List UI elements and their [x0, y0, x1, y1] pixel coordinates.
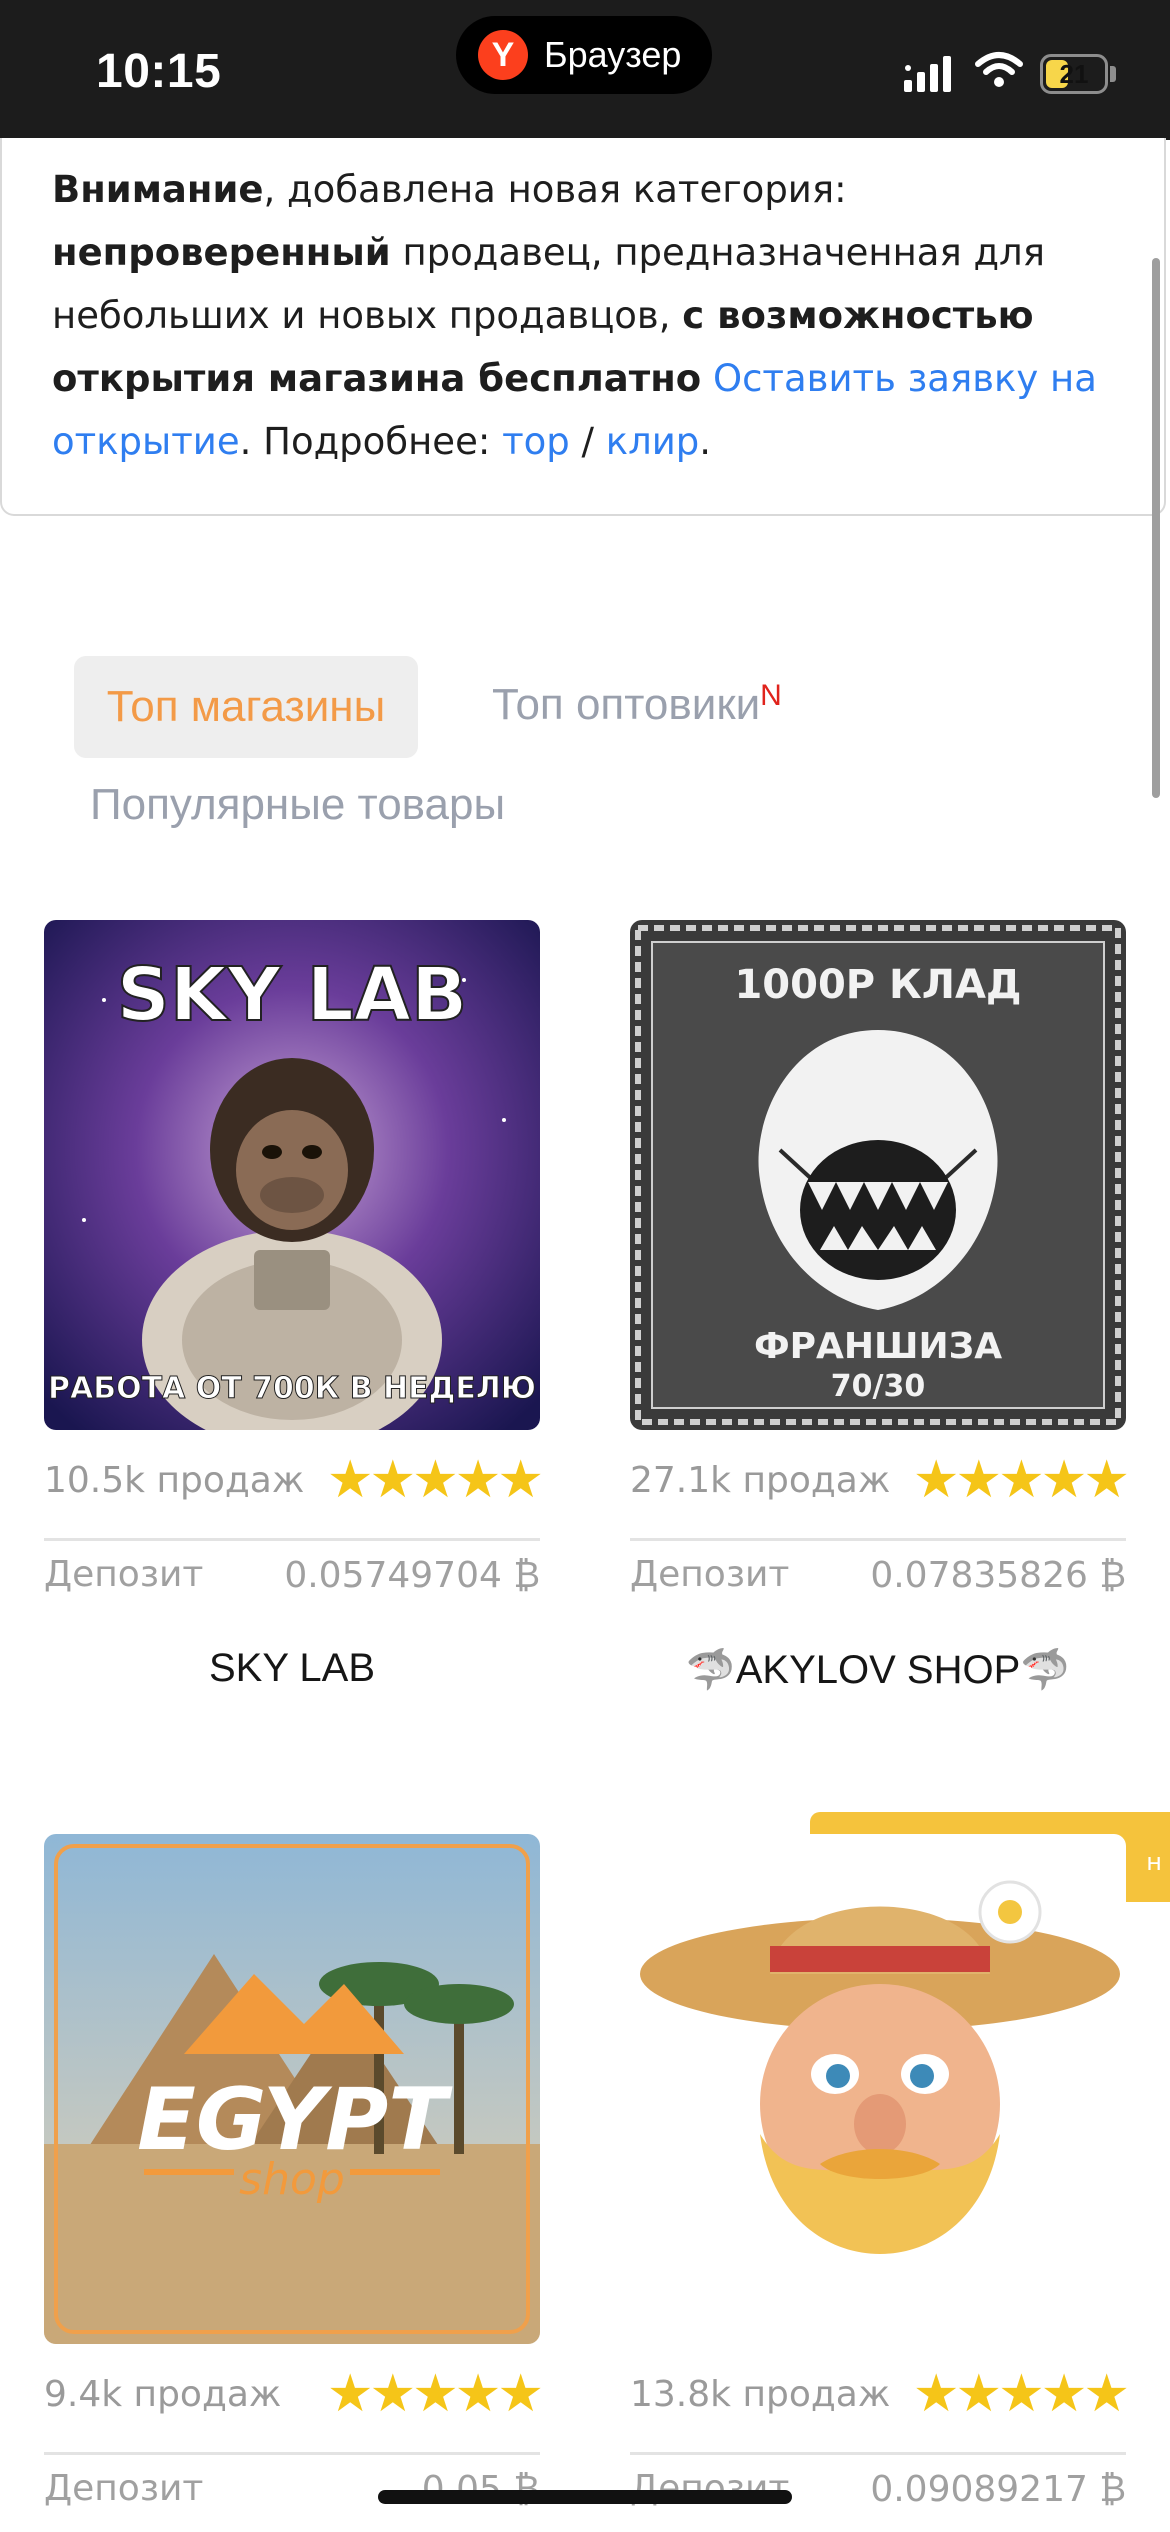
shop-name[interactable]: SKY LAB — [44, 1646, 540, 1691]
scrollbar[interactable] — [1152, 258, 1160, 798]
notice-unverified: непроверенный — [52, 231, 391, 274]
shop-name[interactable]: 🦈AKYLOV SHOP🦈 — [630, 1646, 1126, 1693]
battery-percent: 21 — [1059, 59, 1089, 89]
tab-top-wholesale-label: Топ оптовики — [492, 680, 761, 729]
notice-text-4: . Подробнее: — [239, 420, 503, 463]
divider — [630, 1538, 1126, 1541]
shop-image-akylov[interactable]: 1000Р КЛАД ФРАНШИЗА 70/30 — [630, 920, 1126, 1430]
notice-text-5: / — [569, 420, 606, 463]
sky-lab-image-slogan: РАБОТА ОТ 700К В НЕДЕЛЮ — [48, 1371, 536, 1406]
shop-sales: 10.5k продаж — [44, 1460, 305, 1501]
akylov-image-franchise: ФРАНШИЗА — [754, 1326, 1002, 1367]
akylov-image-split: 70/30 — [831, 1369, 925, 1404]
notice-text-1: , добавлена новая категория: — [263, 168, 847, 211]
promo-ribbon-mark: н — [1146, 1848, 1162, 1876]
deposit-label: Депозит — [630, 1554, 790, 1595]
notice-attention: Внимание — [52, 168, 264, 211]
notice-text-3 — [701, 357, 713, 400]
signal-icon — [904, 56, 951, 92]
clear-link[interactable]: клир — [606, 420, 700, 463]
egypt-image-subtitle: shop — [239, 2154, 345, 2205]
shop-image-old-man[interactable] — [630, 1834, 1126, 2344]
shop-image-egypt[interactable]: EGYPT shop — [44, 1834, 540, 2344]
battery-icon: 21 — [1040, 54, 1108, 94]
rating-stars-icon: ★★★★★ — [326, 1450, 544, 1510]
divider — [630, 2452, 1126, 2455]
yandex-logo-icon: Y — [478, 30, 528, 80]
shop-image-sky-lab[interactable]: SKY LAB РАБОТА ОТ 700К В НЕДЕЛЮ — [44, 920, 540, 1430]
deposit-value: 0.07835826 ₿ — [870, 1555, 1126, 1596]
shop-sales: 9.4k продаж — [44, 2374, 282, 2415]
tor-link[interactable]: тор — [502, 420, 570, 463]
browser-label: Браузер — [544, 34, 682, 75]
deposit-label: Депозит — [44, 1554, 204, 1595]
tab-top-shops[interactable]: Топ магазины — [74, 656, 418, 758]
old-man-avatar-icon — [630, 1834, 1126, 2344]
deposit-label: Депозит — [44, 2468, 204, 2509]
divider — [44, 2452, 540, 2455]
status-time: 10:15 — [96, 45, 222, 98]
rating-stars-icon: ★★★★★ — [912, 2364, 1130, 2424]
sky-lab-image-title: SKY LAB — [117, 952, 468, 1038]
notice-text-6: . — [699, 420, 712, 463]
rating-stars-icon: ★★★★★ — [912, 1450, 1130, 1510]
home-indicator[interactable] — [378, 2490, 792, 2504]
divider — [44, 1538, 540, 1541]
shop-sales: 27.1k продаж — [630, 1460, 891, 1501]
wifi-icon — [975, 52, 1023, 87]
status-bar: 10:15 Y Браузер 21 — [0, 0, 1170, 140]
notice-text: Внимание, добавлена новая категория: неп… — [52, 158, 1132, 473]
akylov-image-title: 1000Р КЛАД — [734, 962, 1021, 1008]
tab-popular-products[interactable]: Популярные товары — [90, 780, 505, 830]
notice-banner: Внимание, добавлена новая категория: неп… — [0, 138, 1166, 516]
tab-top-wholesale[interactable]: Топ оптовикиN — [492, 679, 782, 730]
deposit-value: 0.09089217 ₿ — [870, 2469, 1126, 2510]
sky-lab-logo-icon: SKY LAB РАБОТА ОТ 700К В НЕДЕЛЮ — [44, 920, 540, 1430]
shark-logo-icon: 1000Р КЛАД ФРАНШИЗА 70/30 — [630, 920, 1126, 1430]
shop-sales: 13.8k продаж — [630, 2374, 891, 2415]
browser-pill[interactable]: Y Браузер — [456, 16, 712, 94]
new-badge: N — [760, 679, 782, 712]
rating-stars-icon: ★★★★★ — [326, 2364, 544, 2424]
egypt-logo-icon: EGYPT shop — [44, 1834, 540, 2344]
deposit-value: 0.05749704 ₿ — [284, 1555, 540, 1596]
battery-cap — [1110, 66, 1116, 82]
